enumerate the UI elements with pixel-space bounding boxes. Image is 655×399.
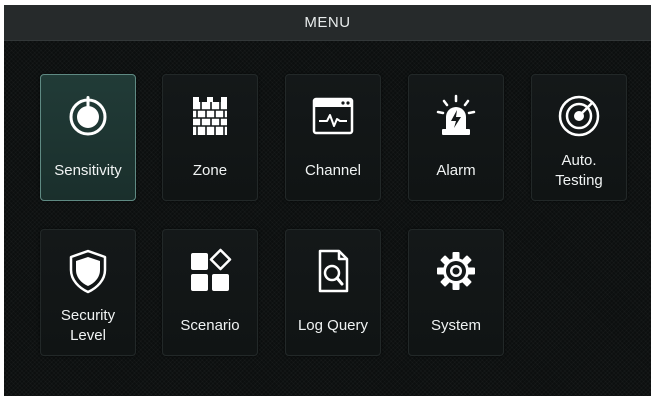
siren-icon: [436, 94, 476, 135]
menu-tile-security-level[interactable]: Security Level: [40, 229, 136, 356]
menu-tile-label: System: [430, 317, 481, 334]
radar-icon: [558, 95, 600, 137]
menu-tile-label: Zone: [192, 162, 228, 179]
gear-icon: [437, 252, 475, 290]
page-title: MENU: [304, 14, 351, 31]
menu-screen: MENU Sensitivity Zone Channel Alarm Auto…: [4, 5, 651, 396]
menu-tile-zone[interactable]: Zone: [162, 74, 258, 201]
menu-tile-sensitivity[interactable]: Sensitivity: [40, 74, 136, 201]
menu-tile-channel[interactable]: Channel: [285, 74, 381, 201]
menu-tile-scenario[interactable]: Scenario: [162, 229, 258, 356]
menu-tile-label: Scenario: [180, 317, 240, 334]
document-search-icon: [318, 249, 349, 293]
power-knob-icon: [69, 96, 107, 136]
menu-tile-auto-testing[interactable]: Auto. Testing: [531, 74, 627, 201]
menu-tile-log-query[interactable]: Log Query: [285, 229, 381, 356]
brick-wall-icon: [193, 97, 227, 135]
shield-icon: [69, 249, 107, 294]
signal-window-icon: [312, 97, 354, 135]
scenario-grid-icon: [191, 248, 232, 291]
menu-tile-system[interactable]: System: [408, 229, 504, 356]
menu-tile-label: Log Query: [297, 317, 369, 334]
menu-tile-label: Security Level: [60, 307, 116, 344]
menu-tile-label: Sensitivity: [54, 162, 122, 179]
menu-tile-alarm[interactable]: Alarm: [408, 74, 504, 201]
title-bar: MENU: [4, 5, 651, 41]
menu-tile-label: Channel: [305, 162, 361, 179]
menu-tile-label: Alarm: [436, 162, 476, 179]
menu-tile-label: Auto. Testing: [555, 152, 603, 189]
